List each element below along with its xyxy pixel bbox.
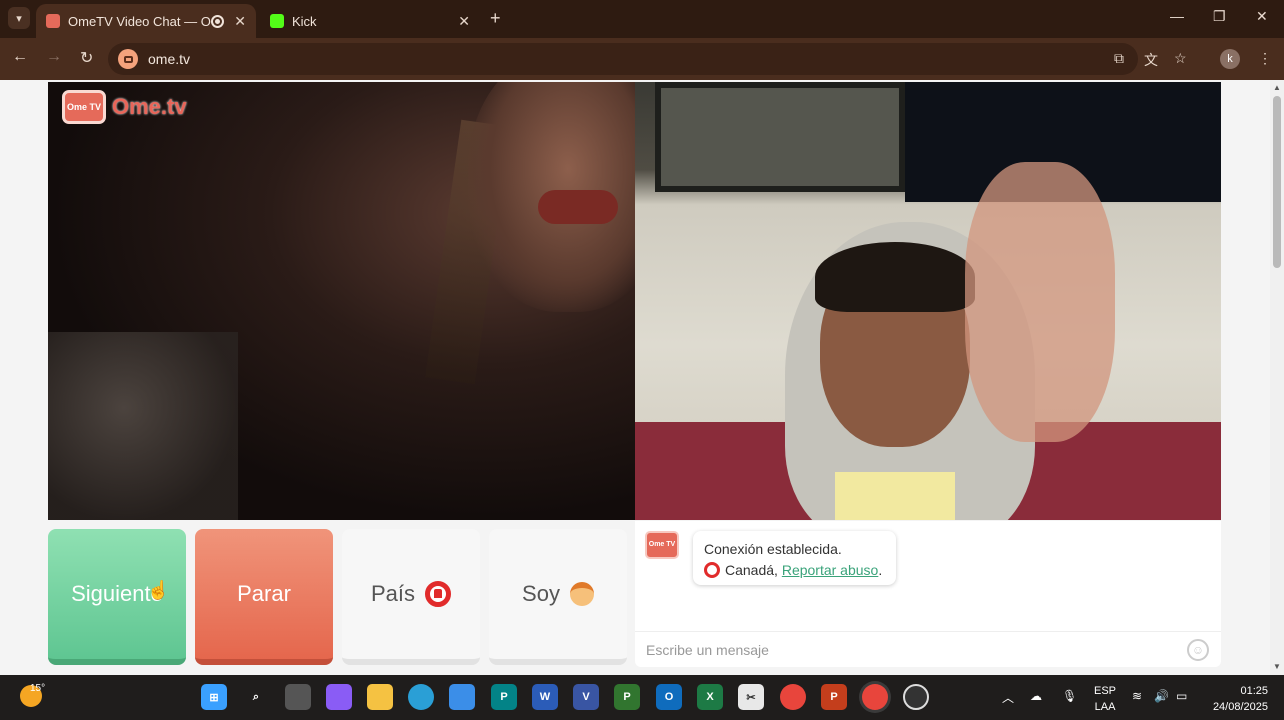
profile-avatar[interactable]: k	[1220, 49, 1240, 69]
recording-icon	[211, 14, 225, 28]
ometv-logo: Ome TV Ome.tv	[62, 90, 187, 124]
gender-label: Soy	[522, 581, 560, 606]
tab-title: OmeTV Video Chat — Ome	[68, 13, 211, 29]
menu-icon[interactable]: ⋮	[1258, 50, 1272, 67]
page-scrollbar[interactable]: ▲ ▼	[1270, 80, 1284, 675]
outlook-icon[interactable]: O	[656, 684, 682, 710]
tab-ometv[interactable]: OmeTV Video Chat — Ome ✕	[36, 4, 256, 38]
browser-tab-strip: ▾ OmeTV Video Chat — Ome ✕ Kick ✕ + — ❐ …	[0, 0, 1284, 38]
search-icon[interactable]: ⌕	[243, 684, 269, 710]
task-view-icon[interactable]	[285, 684, 311, 710]
new-tab-button[interactable]: +	[490, 8, 501, 29]
tray-chevron-icon[interactable]: ︿	[1002, 689, 1014, 706]
clock-time: 01:25	[1240, 685, 1268, 697]
forward-icon[interactable]: →	[46, 48, 62, 66]
clock-date: 24/08/2025	[1212, 701, 1268, 713]
boy-emoji-icon	[569, 582, 594, 606]
tab-kick[interactable]: Kick ✕	[260, 4, 480, 38]
address-bar[interactable]: ome.tv	[108, 43, 1138, 75]
emoji-icon[interactable]: ☺	[1187, 639, 1209, 661]
country-label: País	[370, 581, 416, 606]
visio-icon[interactable]: V	[573, 684, 599, 710]
scroll-thumb[interactable]	[1273, 96, 1281, 268]
weather-temp: 15°	[30, 683, 46, 694]
stop-button[interactable]: Parar	[195, 529, 333, 665]
country-name: Canadá,	[725, 562, 778, 578]
language-indicator[interactable]: ESP LAA	[1094, 683, 1116, 715]
close-tab-icon[interactable]: ✕	[458, 13, 470, 30]
chrome-icon[interactable]	[780, 684, 806, 710]
project-icon[interactable]: P	[614, 684, 640, 710]
store-icon[interactable]	[449, 684, 475, 710]
minimize-icon[interactable]: —	[1170, 8, 1184, 24]
close-window-icon[interactable]: ✕	[1256, 8, 1268, 25]
video-detail	[835, 472, 955, 520]
canada-flag-icon	[425, 581, 452, 607]
back-icon[interactable]: ←	[12, 48, 28, 66]
video-detail	[538, 190, 618, 224]
url-text: ome.tv	[148, 51, 191, 67]
self-video	[635, 82, 1221, 520]
video-detail	[815, 242, 975, 312]
country-button[interactable]: País	[342, 529, 480, 665]
file-explorer-icon[interactable]	[367, 684, 393, 710]
windows-taskbar: 15° ⊞ ⌕ P W V P O X ✂ P ︿ ☁ 🎙 ESP LAA ≋ 🔊…	[0, 675, 1284, 720]
start-icon[interactable]: ⊞	[201, 684, 227, 710]
microphone-icon[interactable]: 🎙	[1062, 689, 1077, 703]
connection-status: Conexión establecida.	[704, 541, 842, 557]
browser-toolbar: ← → ↻ ome.tv ⧉ 文 ☆ k ⋮	[0, 38, 1284, 80]
scroll-up-icon[interactable]: ▲	[1273, 83, 1281, 92]
message-input[interactable]: Escribe un mensaje	[635, 631, 1221, 667]
tab-title: Kick	[292, 13, 317, 29]
language-bottom: LAA	[1094, 701, 1116, 713]
battery-icon[interactable]: ▭	[1176, 689, 1187, 703]
obs-icon[interactable]	[903, 684, 929, 710]
stop-label: Parar	[237, 581, 291, 606]
system-message: Conexión establecida. Canadá, Reportar a…	[693, 531, 896, 585]
excel-icon[interactable]: X	[697, 684, 723, 710]
snipping-tool-icon[interactable]: ✂	[738, 684, 764, 710]
site-info-icon[interactable]	[118, 49, 138, 69]
onedrive-icon[interactable]: ☁	[1030, 689, 1042, 703]
gender-button[interactable]: Soy	[489, 529, 627, 665]
report-abuse-link[interactable]: Reportar abuso	[782, 562, 879, 578]
kick-favicon-icon	[270, 14, 284, 28]
country-line: Canadá, Reportar abuso.	[704, 560, 885, 581]
reload-icon[interactable]: ↻	[80, 48, 93, 68]
wifi-icon[interactable]: ≋	[1132, 689, 1142, 703]
volume-icon[interactable]: 🔊	[1154, 689, 1169, 703]
edge-icon[interactable]	[408, 684, 434, 710]
video-background	[48, 332, 238, 520]
page-content: Ome TV Ome.tv Siguiente Parar País Soy ☝…	[0, 80, 1270, 675]
publisher-icon[interactable]: P	[491, 684, 517, 710]
chrome-active-icon[interactable]	[862, 684, 888, 710]
logo-text: Ome.tv	[112, 94, 187, 119]
copilot-icon[interactable]	[326, 684, 352, 710]
maximize-icon[interactable]: ❐	[1213, 8, 1226, 25]
ometv-favicon-icon	[46, 14, 60, 28]
stranger-video: Ome TV Ome.tv	[48, 82, 635, 520]
tab-search-button[interactable]: ▾	[8, 7, 30, 29]
chat-panel: Ome TV Conexión establecida. Canadá, Rep…	[635, 521, 1221, 667]
mouse-cursor-icon: ☝	[147, 580, 170, 600]
report-suffix: .	[878, 562, 883, 578]
scroll-down-icon[interactable]: ▼	[1273, 662, 1281, 671]
close-tab-icon[interactable]: ✕	[234, 13, 246, 30]
word-icon[interactable]: W	[532, 684, 558, 710]
language-top: ESP	[1094, 685, 1117, 697]
chat-logo-icon: Ome TV	[645, 531, 679, 559]
canada-flag-icon	[704, 562, 720, 578]
powerpoint-icon[interactable]: P	[821, 684, 847, 710]
video-background	[655, 82, 905, 192]
logo-badge: Ome TV	[62, 90, 106, 124]
cast-icon[interactable]: ⧉	[1114, 50, 1124, 67]
video-hand	[965, 162, 1115, 442]
translate-icon[interactable]: 文	[1144, 50, 1158, 70]
clock[interactable]: 01:25 24/08/2025	[1200, 683, 1268, 715]
bookmark-star-icon[interactable]: ☆	[1174, 50, 1187, 67]
